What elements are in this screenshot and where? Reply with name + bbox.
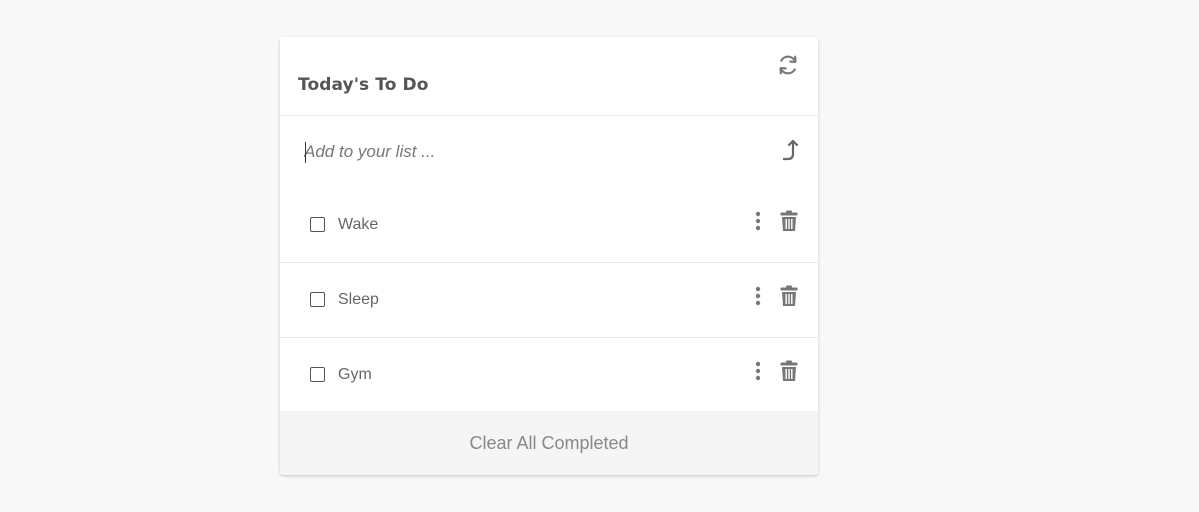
more-vertical-icon	[755, 361, 761, 386]
todo-label: Sleep	[338, 291, 379, 308]
todo-checkbox[interactable]	[310, 367, 325, 382]
add-todo-row	[280, 116, 818, 188]
clear-completed-button[interactable]: Clear All Completed	[280, 411, 818, 475]
todo-label: Gym	[338, 366, 372, 383]
todo-item: Gym	[280, 338, 818, 413]
page-title: Today's To Do	[298, 75, 429, 95]
more-vertical-icon	[755, 286, 761, 311]
todo-item: Wake	[280, 188, 818, 263]
todo-checkbox[interactable]	[310, 292, 325, 307]
arrow-up-turn-icon	[781, 138, 799, 167]
todo-checkbox[interactable]	[310, 217, 325, 232]
add-todo-submit-button[interactable]	[778, 138, 802, 166]
refresh-button[interactable]	[775, 54, 801, 80]
todo-menu-button[interactable]	[750, 211, 766, 236]
trash-icon	[780, 285, 798, 312]
todo-menu-button[interactable]	[750, 286, 766, 311]
todo-card: Today's To Do Add to your list ... Wake …	[280, 37, 818, 475]
add-todo-input[interactable]	[304, 138, 744, 166]
todo-delete-button[interactable]	[778, 210, 800, 236]
todo-menu-button[interactable]	[750, 361, 766, 386]
trash-icon	[780, 360, 798, 387]
trash-icon	[780, 210, 798, 237]
refresh-icon	[777, 54, 799, 81]
clear-completed-label: Clear All Completed	[469, 432, 629, 453]
more-vertical-icon	[755, 211, 761, 236]
todo-item: Sleep	[280, 263, 818, 338]
card-header: Today's To Do	[280, 37, 818, 116]
todo-delete-button[interactable]	[778, 285, 800, 311]
todo-delete-button[interactable]	[778, 360, 800, 386]
text-caret	[305, 142, 306, 163]
todo-label: Wake	[338, 216, 379, 233]
todo-list: Wake Sleep Gym	[280, 188, 818, 413]
